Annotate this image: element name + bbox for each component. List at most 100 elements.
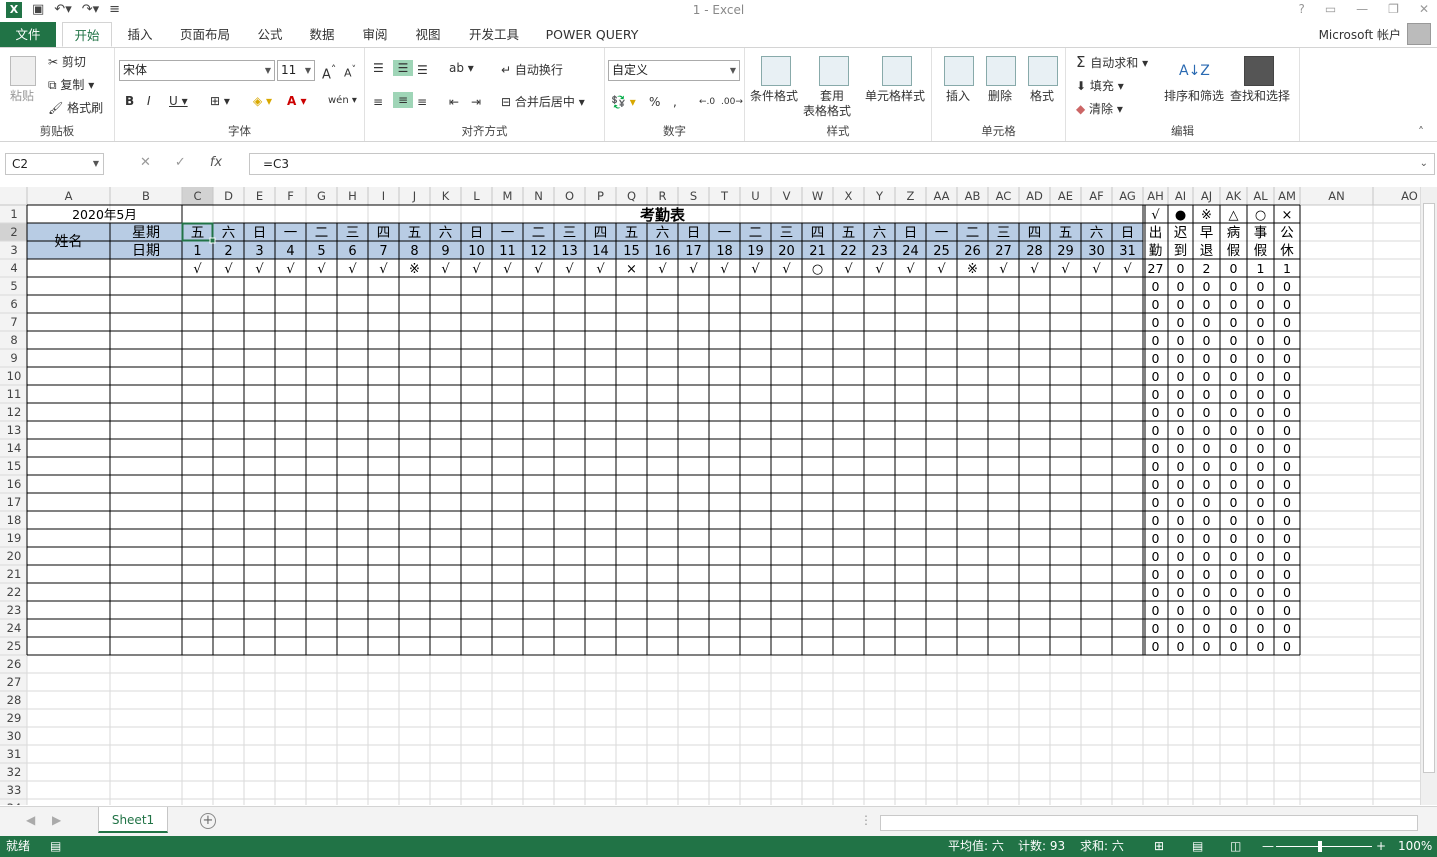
align-left-icon[interactable]: ≡ — [373, 94, 383, 110]
formula-input[interactable]: =C3 ⌄ — [249, 153, 1435, 175]
zoom-out-icon[interactable]: — — [1262, 836, 1274, 857]
normal-view-icon[interactable]: ⊞ — [1154, 836, 1164, 857]
font-name-combo[interactable]: 宋体 ▼ — [119, 60, 275, 81]
align-center-icon[interactable]: ≡ — [393, 92, 413, 108]
zoom-level[interactable]: 100% — [1398, 836, 1432, 857]
status-average: 平均值: 六 — [948, 839, 1004, 853]
decrease-indent-icon[interactable]: ⇤ — [449, 94, 459, 110]
tab-page-layout[interactable]: 页面布局 — [172, 22, 238, 47]
wrap-text-button[interactable]: ↵ 自动换行 — [501, 62, 563, 78]
align-top-icon[interactable]: ☰ — [373, 60, 384, 76]
copy-button[interactable]: ⧉ 复制 ▾ — [48, 77, 94, 93]
decrease-font-icon[interactable]: A˅ — [344, 62, 356, 82]
align-bottom-icon[interactable]: ☰ — [417, 62, 428, 78]
format-cells-icon[interactable] — [1028, 56, 1058, 86]
phonetic-icon[interactable]: wén ▾ — [328, 93, 357, 109]
zoom-slider-thumb[interactable] — [1318, 841, 1322, 852]
insert-cells-icon[interactable] — [944, 56, 974, 86]
italic-button[interactable]: I — [147, 93, 151, 109]
tab-view[interactable]: 视图 — [408, 22, 448, 47]
chevron-down-icon: ▼ — [304, 66, 311, 75]
insert-cells-button[interactable]: 插入 — [946, 88, 970, 104]
delete-cells-icon[interactable] — [986, 56, 1016, 86]
orientation-icon[interactable]: ab ▾ — [449, 60, 474, 76]
percent-button[interactable]: % — [649, 94, 660, 110]
format-cells-button[interactable]: 格式 — [1030, 88, 1054, 104]
align-right-icon[interactable]: ≡ — [417, 94, 427, 110]
decrease-decimal-icon[interactable]: .00→ — [721, 94, 743, 110]
scroll-left-icon[interactable]: ◀ — [26, 813, 35, 827]
splitter-icon[interactable]: ⋮ — [860, 813, 872, 827]
enter-icon[interactable]: ✓ — [175, 155, 186, 170]
tab-power-query[interactable]: POWER QUERY — [542, 22, 642, 47]
add-sheet-icon[interactable]: + — [200, 813, 216, 829]
clear-button[interactable]: ◆ 清除 ▾ — [1076, 101, 1123, 117]
avatar[interactable] — [1407, 23, 1431, 45]
merge-center-button[interactable]: ⊟ 合并后居中 ▾ — [501, 94, 585, 110]
page-break-view-icon[interactable]: ◫ — [1230, 836, 1241, 857]
tab-formulas[interactable]: 公式 — [250, 22, 290, 47]
tab-review[interactable]: 审阅 — [355, 22, 395, 47]
help-icon[interactable]: ? — [1298, 2, 1304, 16]
align-middle-icon[interactable]: ☰ — [393, 60, 413, 76]
scroll-right-icon[interactable]: ▶ — [52, 813, 61, 827]
format-painter-button[interactable]: 🖌 格式刷 — [48, 100, 103, 116]
name-box[interactable]: C2 ▼ — [5, 153, 104, 175]
paste-button[interactable]: 粘贴 — [10, 88, 34, 104]
paste-icon[interactable] — [10, 56, 36, 86]
expand-formula-icon[interactable]: ⌄ — [1420, 154, 1428, 174]
format-table-line2[interactable]: 表格格式 — [803, 103, 851, 119]
fill-button[interactable]: ⬇ 填充 ▾ — [1076, 78, 1124, 94]
horizontal-scrollbar[interactable] — [880, 815, 1418, 831]
collapse-ribbon-icon[interactable]: ˄ — [1418, 124, 1424, 140]
increase-decimal-icon[interactable]: ←.0 — [699, 94, 715, 110]
currency-icon[interactable]: 💱 ▾ — [611, 94, 636, 110]
zoom-in-icon[interactable]: + — [1376, 836, 1386, 857]
restore-icon[interactable]: ❐ — [1388, 2, 1399, 16]
increase-indent-icon[interactable]: ⇥ — [471, 94, 481, 110]
format-table-line1[interactable]: 套用 — [820, 88, 844, 104]
cell-styles-button[interactable]: 单元格样式 — [865, 88, 925, 104]
function-icon[interactable]: fx — [210, 155, 222, 170]
cell-styles-icon[interactable] — [882, 56, 912, 86]
close-icon[interactable]: ✕ — [1419, 2, 1429, 16]
font-color-icon[interactable]: A ▾ — [287, 93, 307, 109]
vertical-scroll-thumb[interactable] — [1423, 203, 1435, 773]
delete-cells-button[interactable]: 删除 — [988, 88, 1012, 104]
summary-count: 0 — [1203, 549, 1211, 564]
sheet-tab-sheet1[interactable]: Sheet1 — [98, 807, 168, 833]
autosum-button[interactable]: Σ 自动求和 ▾ — [1076, 54, 1148, 71]
tab-insert[interactable]: 插入 — [118, 22, 162, 47]
sort-filter-button[interactable]: 排序和筛选 — [1164, 88, 1224, 104]
tab-data[interactable]: 数据 — [302, 22, 342, 47]
format-table-icon[interactable] — [819, 56, 849, 86]
number-format-combo[interactable]: 自定义 ▼ — [608, 60, 740, 81]
ribbon-display-icon[interactable]: ▭ — [1325, 2, 1336, 16]
page-layout-view-icon[interactable]: ▤ — [1192, 836, 1203, 857]
minimize-icon[interactable]: — — [1356, 2, 1368, 16]
bold-button[interactable]: B — [125, 93, 134, 109]
spreadsheet-grid[interactable]: A B C D E F G H I J K L M N O P Q R S T U V W X Y Z AA AB AC AD AE AF AG… — [0, 187, 1420, 805]
sort-filter-icon[interactable]: A↓Z — [1178, 56, 1210, 86]
binoculars-icon[interactable] — [1244, 56, 1274, 86]
summary-count: 0 — [1152, 495, 1160, 510]
vertical-scrollbar[interactable] — [1420, 187, 1437, 805]
find-select-button[interactable]: 查找和选择 — [1230, 88, 1290, 104]
clipboard-label: 剪贴板 — [39, 124, 75, 138]
macro-record-icon[interactable]: ▤ — [50, 836, 61, 857]
fill-color-icon[interactable]: ◈ ▾ — [253, 93, 272, 109]
tab-developer[interactable]: 开发工具 — [462, 22, 526, 47]
underline-button[interactable]: U ▾ — [169, 93, 188, 109]
comma-button[interactable]: , — [673, 94, 677, 110]
cut-button[interactable]: ✂ 剪切 — [48, 54, 86, 70]
increase-font-icon[interactable]: A˄ — [322, 62, 336, 83]
account-link[interactable]: Microsoft 帐户 — [1319, 26, 1401, 43]
tab-file[interactable]: 文件 — [0, 22, 56, 47]
font-size-combo[interactable]: 11 ▼ — [277, 60, 315, 81]
border-icon[interactable]: ⊞ ▾ — [210, 93, 230, 109]
zoom-slider[interactable] — [1276, 846, 1372, 847]
conditional-format-icon[interactable] — [761, 56, 791, 86]
tab-home[interactable]: 开始 — [62, 22, 112, 47]
conditional-format-button[interactable]: 条件格式 — [750, 88, 798, 104]
cancel-icon[interactable]: ✕ — [140, 155, 151, 170]
